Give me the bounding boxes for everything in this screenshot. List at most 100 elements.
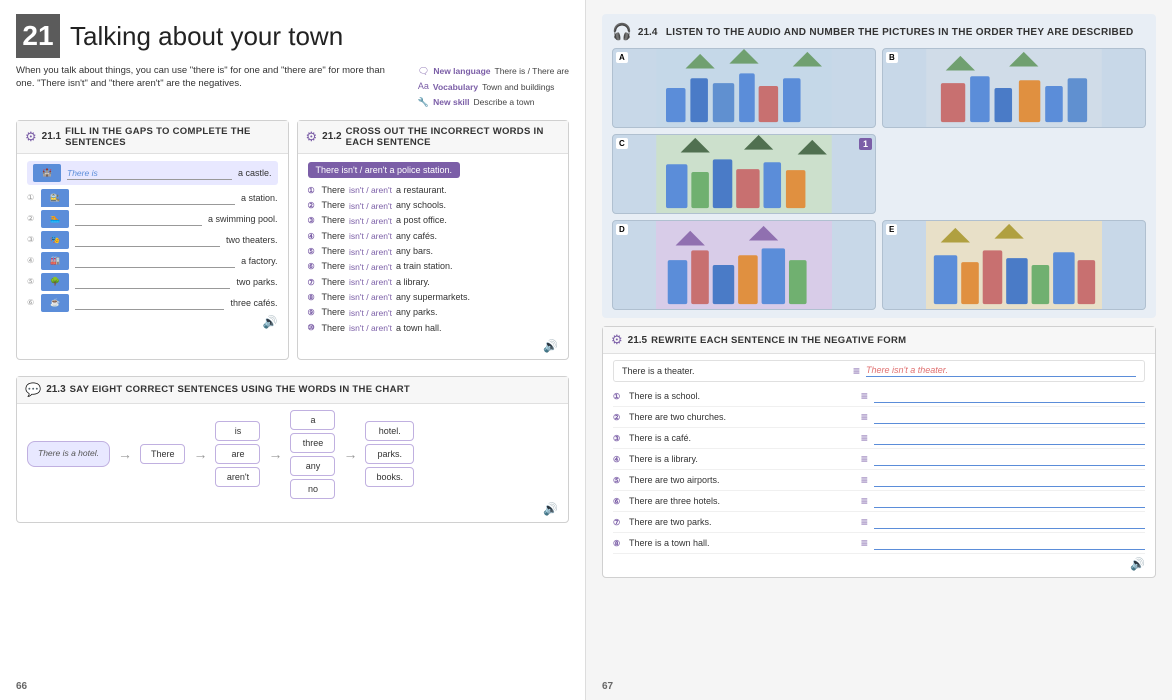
ex211-example-row: 🏰 There is a castle. (27, 161, 278, 185)
ex211-example-suffix: a castle. (238, 168, 272, 178)
ex215-sentence-5: There are two airports. (629, 475, 855, 485)
table-row: ② 🏊 a swimming pool. (27, 210, 278, 228)
list-item: ⑦ There isn't / aren't a library. (308, 275, 559, 290)
speaker-icon-213: 🔊 (27, 502, 558, 516)
equals-icon-4: ≡ (861, 452, 868, 466)
list-item: ⑤ There isn't / aren't any bars. (308, 244, 559, 259)
ex215-blank-8[interactable] (874, 536, 1145, 550)
ex215-sentence-4: There is a library. (629, 454, 855, 464)
ex215-sentence-3: There is a café. (629, 433, 855, 443)
chapter-title: Talking about your town (70, 21, 343, 52)
card-label-b: B (886, 52, 898, 63)
ex215-blank-4[interactable] (874, 452, 1145, 466)
ex215-blank-2[interactable] (874, 410, 1145, 424)
ex215-blank-7[interactable] (874, 515, 1145, 529)
ex215-example: There is a theater. ≡ There isn't a thea… (613, 360, 1145, 382)
ex215-list: ① There is a school. ≡ ② There are two c… (613, 386, 1145, 554)
exercise-215: ⚙ 21.5 REWRITE EACH SENTENCE IN THE NEGA… (602, 326, 1156, 578)
ex212-example: There isn't / aren't a police station. (308, 162, 461, 178)
list-item: ⑧ There is a town hall. ≡ (613, 533, 1145, 554)
ex215-blank-6[interactable] (874, 494, 1145, 508)
equals-icon-1: ≡ (861, 389, 868, 403)
ex215-num: 21.5 (628, 335, 647, 346)
arrow-right-3: → (268, 446, 282, 462)
list-item: ⑥ There are three hotels. ≡ (613, 491, 1145, 512)
table-row: ③ 🎭 two theaters. (27, 231, 278, 249)
card-label-d: D (616, 224, 628, 235)
page-spread: 21 Talking about your town When you talk… (0, 0, 1172, 700)
ex214-header: 🎧 21.4 LISTEN TO THE AUDIO AND NUMBER TH… (612, 22, 1146, 42)
ex215-example-sentence: There is a theater. (622, 366, 847, 376)
new-language-label: New language (433, 64, 490, 78)
factory-icon: 🏭 (41, 252, 69, 270)
ex211-suffix-6: three cafés. (230, 298, 277, 308)
ex211-line-5 (75, 275, 230, 289)
ex215-title: REWRITE EACH SENTENCE IN THE NEGATIVE FO… (651, 335, 906, 346)
table-row: ④ 🏭 a factory. (27, 252, 278, 270)
ex215-blank-5[interactable] (874, 473, 1145, 487)
castle-icon: 🏰 (33, 164, 61, 182)
list-item: ⑧ There isn't / aren't any supermarkets. (308, 290, 559, 305)
chapter-number: 21 (16, 14, 60, 58)
table-row: ① 🚉 a station. (27, 189, 278, 207)
word-any: any (290, 456, 335, 476)
speaker-icon-212: 🔊 (308, 339, 559, 353)
word-hotel: hotel. (365, 421, 414, 441)
gear-icon-213: 💬 (25, 382, 41, 398)
exercise-213: 💬 21.3 SAY EIGHT CORRECT SENTENCES USING… (16, 376, 569, 523)
headphone-icon: 🎧 (612, 22, 632, 42)
list-item: ⑥ There isn't / aren't a train station. (308, 259, 559, 274)
word-parks: parks. (365, 444, 414, 464)
map-card-a: A (612, 48, 876, 128)
list-item: ③ There isn't / aren't a post office. (308, 213, 559, 228)
ex211-suffix-2: a swimming pool. (208, 214, 278, 224)
word-a: a (290, 410, 335, 430)
vocabulary-label: Vocabulary (433, 80, 478, 94)
list-item: ⑩ There isn't / aren't a town hall. (308, 321, 559, 336)
ex214-title: LISTEN TO THE AUDIO AND NUMBER THE PICTU… (666, 27, 1134, 38)
new-language-val: There is / There are (495, 64, 570, 78)
map-card-d-wrap: D (612, 220, 876, 310)
ex215-sentence-1: There is a school. (629, 391, 855, 401)
ex211-line-4 (75, 254, 235, 268)
ex211-rows: ① 🚉 a station. ② 🏊 a swimming pool. (27, 189, 278, 312)
ex214-num: 21.4 (638, 27, 657, 38)
new-skill-icon: 🔧 (418, 95, 429, 110)
new-skill-val: Describe a town (474, 95, 535, 109)
word-no: no (290, 479, 335, 499)
ex211-example-line: There is (67, 166, 232, 180)
word-three: three (290, 433, 335, 453)
list-item: ④ There is a library. ≡ (613, 449, 1145, 470)
ex212-title: CROSS OUT THE INCORRECT WORDS IN EACH SE… (346, 126, 560, 148)
arrow-right-1: → (118, 446, 132, 462)
exercise-214-container: 🎧 21.4 LISTEN TO THE AUDIO AND NUMBER TH… (602, 14, 1156, 318)
intro-labels: 🗨 New language There is / There are Aa V… (418, 64, 569, 110)
list-item: ② There are two churches. ≡ (613, 407, 1145, 428)
ex213-num: 21.3 (46, 384, 65, 395)
park-icon: 🌳 (41, 273, 69, 291)
map-card-e-wrap: E (882, 220, 1146, 310)
ex211-suffix-5: two parks. (236, 277, 277, 287)
vocabulary-val: Town and buildings (482, 80, 554, 94)
ex215-blank-1[interactable] (874, 389, 1145, 403)
station-icon: 🚉 (41, 189, 69, 207)
exercises-two-col: ⚙ 21.1 FILL IN THE GAPS TO COMPLETE THE … (16, 120, 569, 368)
equals-icon-5: ≡ (861, 473, 868, 487)
ex215-sentence-8: There is a town hall. (629, 538, 855, 548)
ex212-num: 21.2 (322, 131, 341, 142)
table-row: ⑤ 🌳 two parks. (27, 273, 278, 291)
words-col-4: hotel. parks. books. (365, 421, 414, 487)
words-col-2: is are aren't (215, 421, 260, 487)
pool-icon: 🏊 (41, 210, 69, 228)
ex211-body: 🏰 There is a castle. ① 🚉 a station. (17, 154, 288, 336)
gear-icon-211: ⚙ (25, 129, 37, 145)
equals-icon-7: ≡ (861, 515, 868, 529)
ex215-blank-3[interactable] (874, 431, 1145, 445)
word-is: is (215, 421, 260, 441)
map-svg-a (613, 49, 875, 127)
speaker-icon-215: 🔊 (613, 557, 1145, 571)
ex213-body: There is a hotel. → There → is are aren'… (17, 404, 568, 522)
gear-icon-215: ⚙ (611, 332, 623, 348)
word-books: books. (365, 467, 414, 487)
equals-icon-example: ≡ (853, 364, 860, 378)
